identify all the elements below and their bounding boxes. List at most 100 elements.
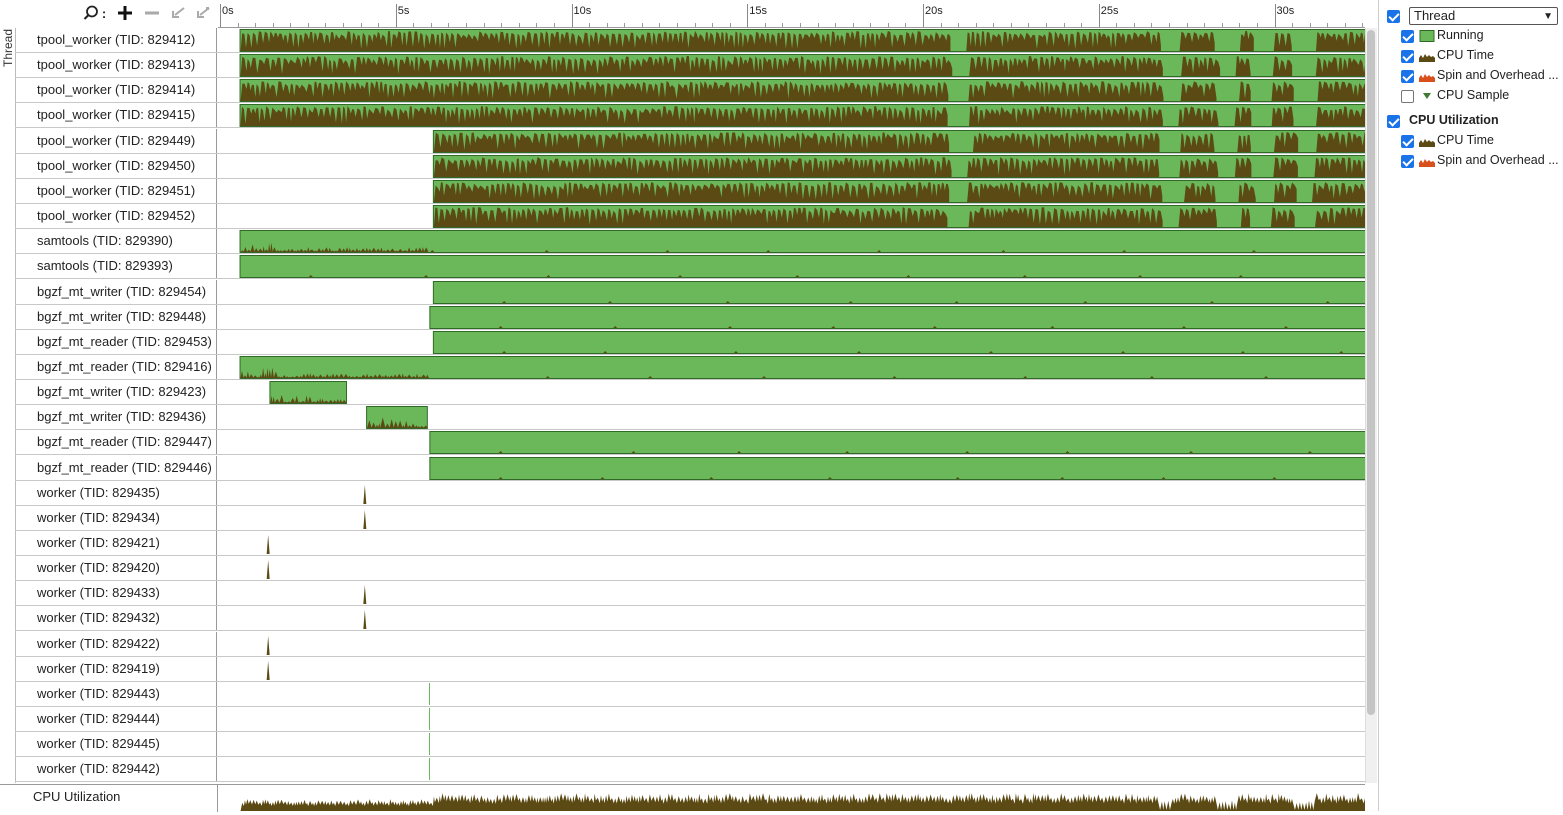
thread-track[interactable] [218,556,1365,580]
running-segment[interactable] [432,280,1365,304]
cpu-utilization-row[interactable]: CPU Utilization [0,784,1377,812]
thread-track[interactable] [218,606,1365,630]
undo-zoom-icon[interactable] [169,4,187,22]
thread-row[interactable]: tpool_worker (TID: 829415) [15,103,1365,129]
thread-track[interactable] [218,78,1365,103]
thread-row[interactable]: worker (TID: 829419) [15,656,1365,682]
reset-zoom-icon[interactable] [194,4,212,22]
thread-track[interactable] [218,757,1365,781]
thread-row[interactable]: tpool_worker (TID: 829413) [15,53,1365,79]
cpu-utilization-group-checkbox[interactable] [1387,115,1400,128]
thread-track[interactable] [218,154,1365,178]
thread-track[interactable] [218,506,1365,530]
thread-track[interactable] [218,280,1365,304]
running-segment[interactable] [239,255,1365,279]
thread-track[interactable] [218,204,1365,229]
ruler-minor-tick [255,23,257,27]
legend-item-checkbox[interactable] [1401,70,1414,83]
legend-item-checkbox[interactable] [1401,30,1414,43]
thread-track[interactable] [218,305,1365,329]
ruler-tick [571,4,573,27]
ruler-minor-tick [325,23,327,27]
thread-track[interactable] [218,355,1365,379]
time-ruler[interactable]: 0s 5s 10s 15s 20s 25s 30s [218,0,1365,28]
thread-row[interactable]: worker (TID: 829420) [15,556,1365,582]
thread-row[interactable]: tpool_worker (TID: 829449) [15,128,1365,154]
thread-row[interactable]: tpool_worker (TID: 829450) [15,153,1365,179]
legend-item-checkbox[interactable] [1401,90,1414,103]
thread-track[interactable] [218,53,1365,78]
running-segment[interactable] [432,330,1365,354]
ruler-tick [1098,4,1100,27]
thread-row[interactable]: worker (TID: 829432) [15,606,1365,632]
running-segment[interactable] [429,431,1365,455]
plus-icon[interactable] [116,4,134,22]
thread-track[interactable] [218,430,1365,455]
thread-group-checkbox[interactable] [1387,10,1400,23]
legend-item-checkbox[interactable] [1401,155,1414,168]
thread-row[interactable]: bgzf_mt_reader (TID: 829446) [15,455,1365,481]
thread-row[interactable]: worker (TID: 829434) [15,505,1365,531]
thread-name: bgzf_mt_reader (TID: 829446) [15,455,217,480]
thread-row[interactable]: worker (TID: 829442) [15,757,1365,783]
thread-row[interactable]: worker (TID: 829422) [15,631,1365,657]
thread-track[interactable] [218,405,1365,430]
magnifier-icon[interactable] [82,4,100,22]
thread-row[interactable]: worker (TID: 829443) [15,681,1365,707]
thread-row[interactable]: tpool_worker (TID: 829451) [15,178,1365,204]
thread-track[interactable] [218,732,1365,756]
cpu-utilization-track[interactable] [218,785,1377,812]
running-segment[interactable] [429,682,431,705]
running-segment[interactable] [429,456,1365,480]
thread-row[interactable]: tpool_worker (TID: 829412) [15,28,1365,53]
thread-row[interactable]: bgzf_mt_reader (TID: 829447) [15,430,1365,456]
thread-row[interactable]: samtools (TID: 829390) [15,229,1365,255]
thread-track[interactable] [218,581,1365,605]
vertical-scrollbar[interactable] [1365,28,1377,783]
minus-icon[interactable] [143,4,161,22]
thread-name: worker (TID: 829442) [15,757,217,782]
thread-row[interactable]: bgzf_mt_writer (TID: 829423) [15,380,1365,406]
thread-track[interactable] [218,103,1365,128]
thread-row[interactable]: bgzf_mt_reader (TID: 829453) [15,329,1365,355]
thread-row[interactable]: worker (TID: 829435) [15,480,1365,506]
running-segment[interactable] [429,758,431,781]
thread-row[interactable]: samtools (TID: 829393) [15,254,1365,280]
running-segment[interactable] [429,305,1365,329]
thread-row[interactable]: worker (TID: 829444) [15,707,1365,733]
thread-row[interactable]: bgzf_mt_writer (TID: 829448) [15,304,1365,330]
thread-name: bgzf_mt_reader (TID: 829416) [15,354,217,379]
running-segment[interactable] [429,733,431,756]
thread-track[interactable] [218,28,1365,52]
thread-row[interactable]: tpool_worker (TID: 829452) [15,204,1365,230]
thread-name: bgzf_mt_writer (TID: 829436) [15,405,217,430]
thread-track[interactable] [218,657,1365,681]
legend-item-checkbox[interactable] [1401,50,1414,63]
running-segment[interactable] [429,708,431,731]
thread-track[interactable] [218,481,1365,505]
legend-item-checkbox[interactable] [1401,135,1414,148]
thread-track[interactable] [218,632,1365,656]
thread-track[interactable] [218,179,1365,203]
thread-track[interactable] [218,229,1365,254]
thread-group-select[interactable]: Thread ▼ [1409,7,1558,25]
thread-track[interactable] [218,682,1365,706]
thread-track[interactable] [218,330,1365,354]
thread-row[interactable]: worker (TID: 829421) [15,531,1365,556]
thread-track[interactable] [218,707,1365,731]
thread-track[interactable] [218,129,1365,153]
thread-row[interactable]: worker (TID: 829433) [15,581,1365,607]
thread-row[interactable]: bgzf_mt_writer (TID: 829454) [15,279,1365,305]
ruler-minor-tick [413,23,415,27]
scrollbar-thumb[interactable] [1367,30,1375,715]
thread-track[interactable] [218,254,1365,279]
thread-row[interactable]: bgzf_mt_writer (TID: 829436) [15,405,1365,431]
ruler-minor-tick [1063,23,1065,27]
cpu-time-swatch-icon [1419,135,1435,147]
thread-track[interactable] [218,380,1365,405]
thread-track[interactable] [218,456,1365,480]
thread-row[interactable]: worker (TID: 829445) [15,732,1365,758]
thread-row[interactable]: tpool_worker (TID: 829414) [15,78,1365,104]
thread-track[interactable] [218,531,1365,555]
thread-row[interactable]: bgzf_mt_reader (TID: 829416) [15,354,1365,380]
